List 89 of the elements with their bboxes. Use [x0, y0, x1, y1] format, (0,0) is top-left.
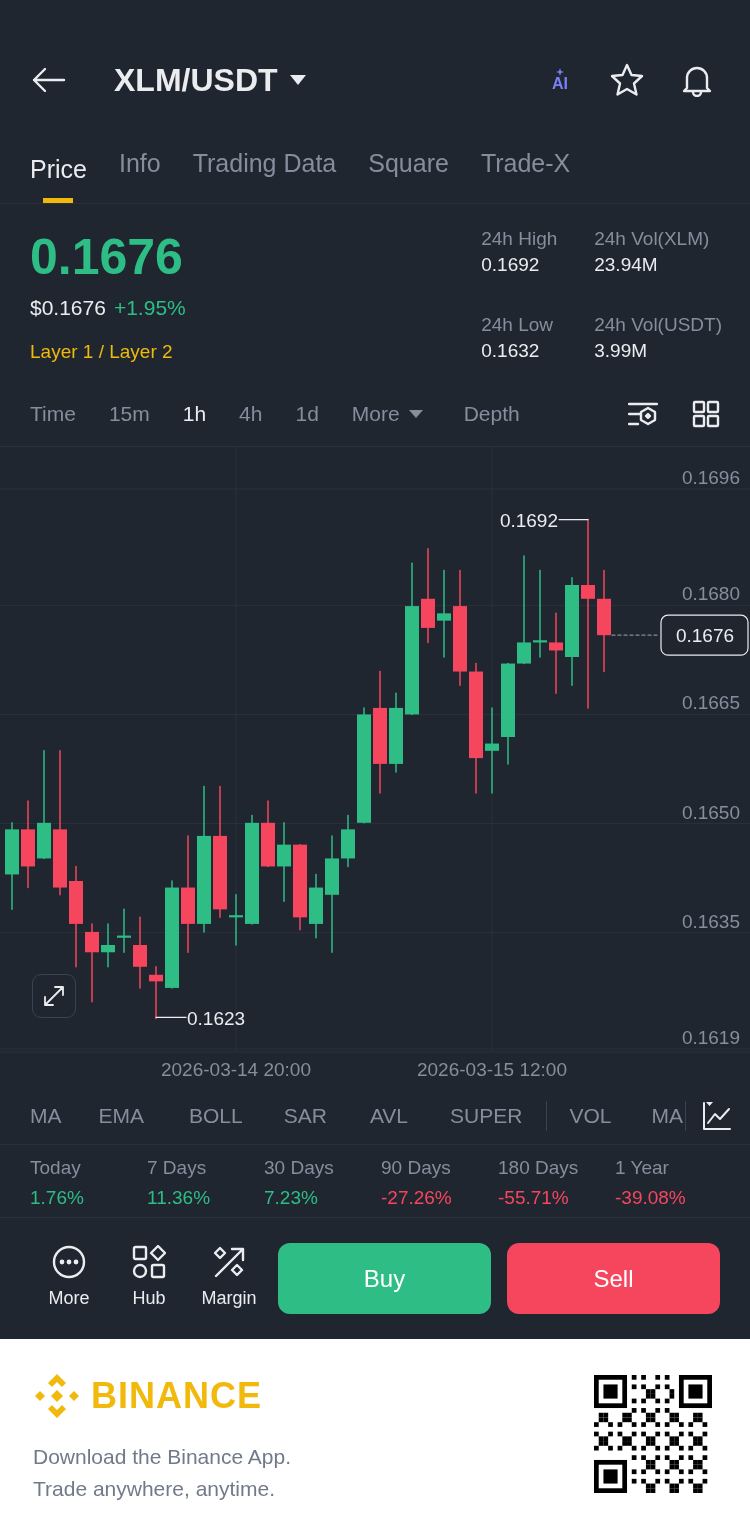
- expand-icon: [42, 984, 66, 1008]
- promo-text: Download the Binance App.: [33, 1444, 293, 1470]
- period-change: -27.26%: [381, 1186, 453, 1211]
- period-change: 11.36%: [147, 1186, 212, 1211]
- stat-value: 0.1632: [481, 338, 541, 363]
- star-icon[interactable]: [610, 63, 644, 97]
- candle: [229, 894, 243, 946]
- period-label: 180 Days: [498, 1156, 580, 1180]
- interval-tab[interactable]: 15m: [108, 398, 150, 430]
- back-icon[interactable]: [32, 67, 66, 93]
- period-label: 7 Days: [147, 1156, 208, 1180]
- indicator-tab[interactable]: BOLL: [189, 1099, 243, 1132]
- ai-button[interactable]: AI: [552, 68, 568, 92]
- buy-button[interactable]: Buy: [278, 1243, 491, 1314]
- caret-icon: [287, 74, 308, 86]
- tab[interactable]: Price: [30, 144, 87, 203]
- indicator-tab[interactable]: MA: [30, 1099, 62, 1132]
- hub-icon: [132, 1245, 166, 1279]
- caret-icon: [407, 409, 424, 419]
- action-button[interactable]: Margin: [196, 1245, 262, 1312]
- period-label: 1 Year: [615, 1156, 670, 1180]
- axis-label: 0.1665: [681, 692, 740, 714]
- grid-icon[interactable]: [692, 400, 720, 428]
- candle: [149, 966, 163, 1020]
- period-change: 1.76%: [30, 1186, 85, 1211]
- interval-tab[interactable]: 1h: [182, 398, 207, 430]
- stat-value: 0.1692: [481, 252, 541, 277]
- action-button[interactable]: More: [36, 1245, 102, 1312]
- leader-line: [155, 1016, 187, 1019]
- axis-label: 0.1619: [681, 1027, 740, 1048]
- last-price: 0.1676: [30, 232, 184, 282]
- period-label: 30 Days: [264, 1156, 335, 1180]
- indicator-chart-icon[interactable]: [701, 1100, 732, 1131]
- axis-label: 0.1650: [681, 801, 740, 823]
- candle: [341, 814, 355, 868]
- stat-value: 23.94M: [594, 252, 659, 277]
- period-change: -55.71%: [498, 1186, 570, 1211]
- chart-settings-icon[interactable]: [628, 401, 658, 427]
- action-button[interactable]: Hub: [116, 1245, 182, 1312]
- period-change: 7.23%: [264, 1186, 319, 1211]
- stat-value: 3.99M: [594, 338, 649, 363]
- last-price-label: 0.1676: [660, 614, 749, 656]
- usd-price: $0.1676: [30, 295, 106, 321]
- date-label: 2026-03-15 12:00: [417, 1059, 567, 1080]
- interval-tab[interactable]: 1d: [295, 398, 319, 430]
- expand-button[interactable]: [32, 974, 76, 1018]
- indicator-tab[interactable]: SUPER: [450, 1099, 523, 1132]
- stat-label: 24h Low: [481, 313, 555, 337]
- stat-label: 24h Vol(XLM): [594, 227, 711, 251]
- leader-line: [558, 518, 589, 521]
- interval-tab[interactable]: 4h: [239, 398, 263, 430]
- interval-dropdown[interactable]: More: [351, 398, 424, 430]
- price-change: +1.95%: [113, 295, 186, 321]
- axis-label: 0.1680: [681, 583, 740, 605]
- tab[interactable]: Square: [368, 138, 449, 203]
- candle: [101, 923, 115, 968]
- period-change: -39.08%: [615, 1186, 687, 1211]
- tab[interactable]: Trade-X: [480, 138, 571, 203]
- candle: [309, 873, 323, 939]
- indicator-tab[interactable]: EMA: [98, 1099, 144, 1132]
- pair-selector[interactable]: XLM/USDT: [114, 56, 308, 104]
- indicator-tab[interactable]: AVL: [369, 1099, 409, 1132]
- more-icon: [52, 1245, 86, 1279]
- axis-label: 0.1635: [681, 910, 740, 932]
- stat-label: 24h High: [481, 227, 559, 251]
- date-label: 2026-03-14 20:00: [161, 1059, 311, 1080]
- brand-name: BINANCE: [91, 1374, 262, 1418]
- axis-label: 0.1696: [681, 467, 740, 488]
- period-label: 90 Days: [381, 1156, 452, 1180]
- interval-tab[interactable]: Time: [30, 398, 76, 430]
- candle: [261, 800, 275, 868]
- logo-icon: [33, 1372, 81, 1420]
- candle: [117, 908, 131, 953]
- indicator-tab[interactable]: VOL: [569, 1099, 612, 1132]
- indicator-tab[interactable]: MA: [651, 1099, 683, 1132]
- period-label: Today: [30, 1156, 82, 1180]
- category-link[interactable]: Layer 1 / Layer 2: [30, 337, 173, 366]
- low-price-label: 0.1623: [187, 1008, 246, 1030]
- tab[interactable]: Info: [118, 138, 161, 203]
- sparkle-icon: [556, 68, 564, 76]
- sell-button[interactable]: Sell: [507, 1243, 720, 1314]
- interval-tab[interactable]: Depth: [463, 398, 520, 430]
- tab[interactable]: Trading Data: [192, 138, 337, 203]
- last-price-line: [611, 634, 661, 636]
- stat-label: 24h Vol(USDT): [594, 313, 722, 337]
- margin-icon: [212, 1245, 246, 1279]
- indicator-tab[interactable]: SAR: [283, 1099, 327, 1132]
- promo-text: Trade anywhere, anytime.: [33, 1475, 276, 1502]
- high-price-label: 0.1692: [499, 509, 558, 531]
